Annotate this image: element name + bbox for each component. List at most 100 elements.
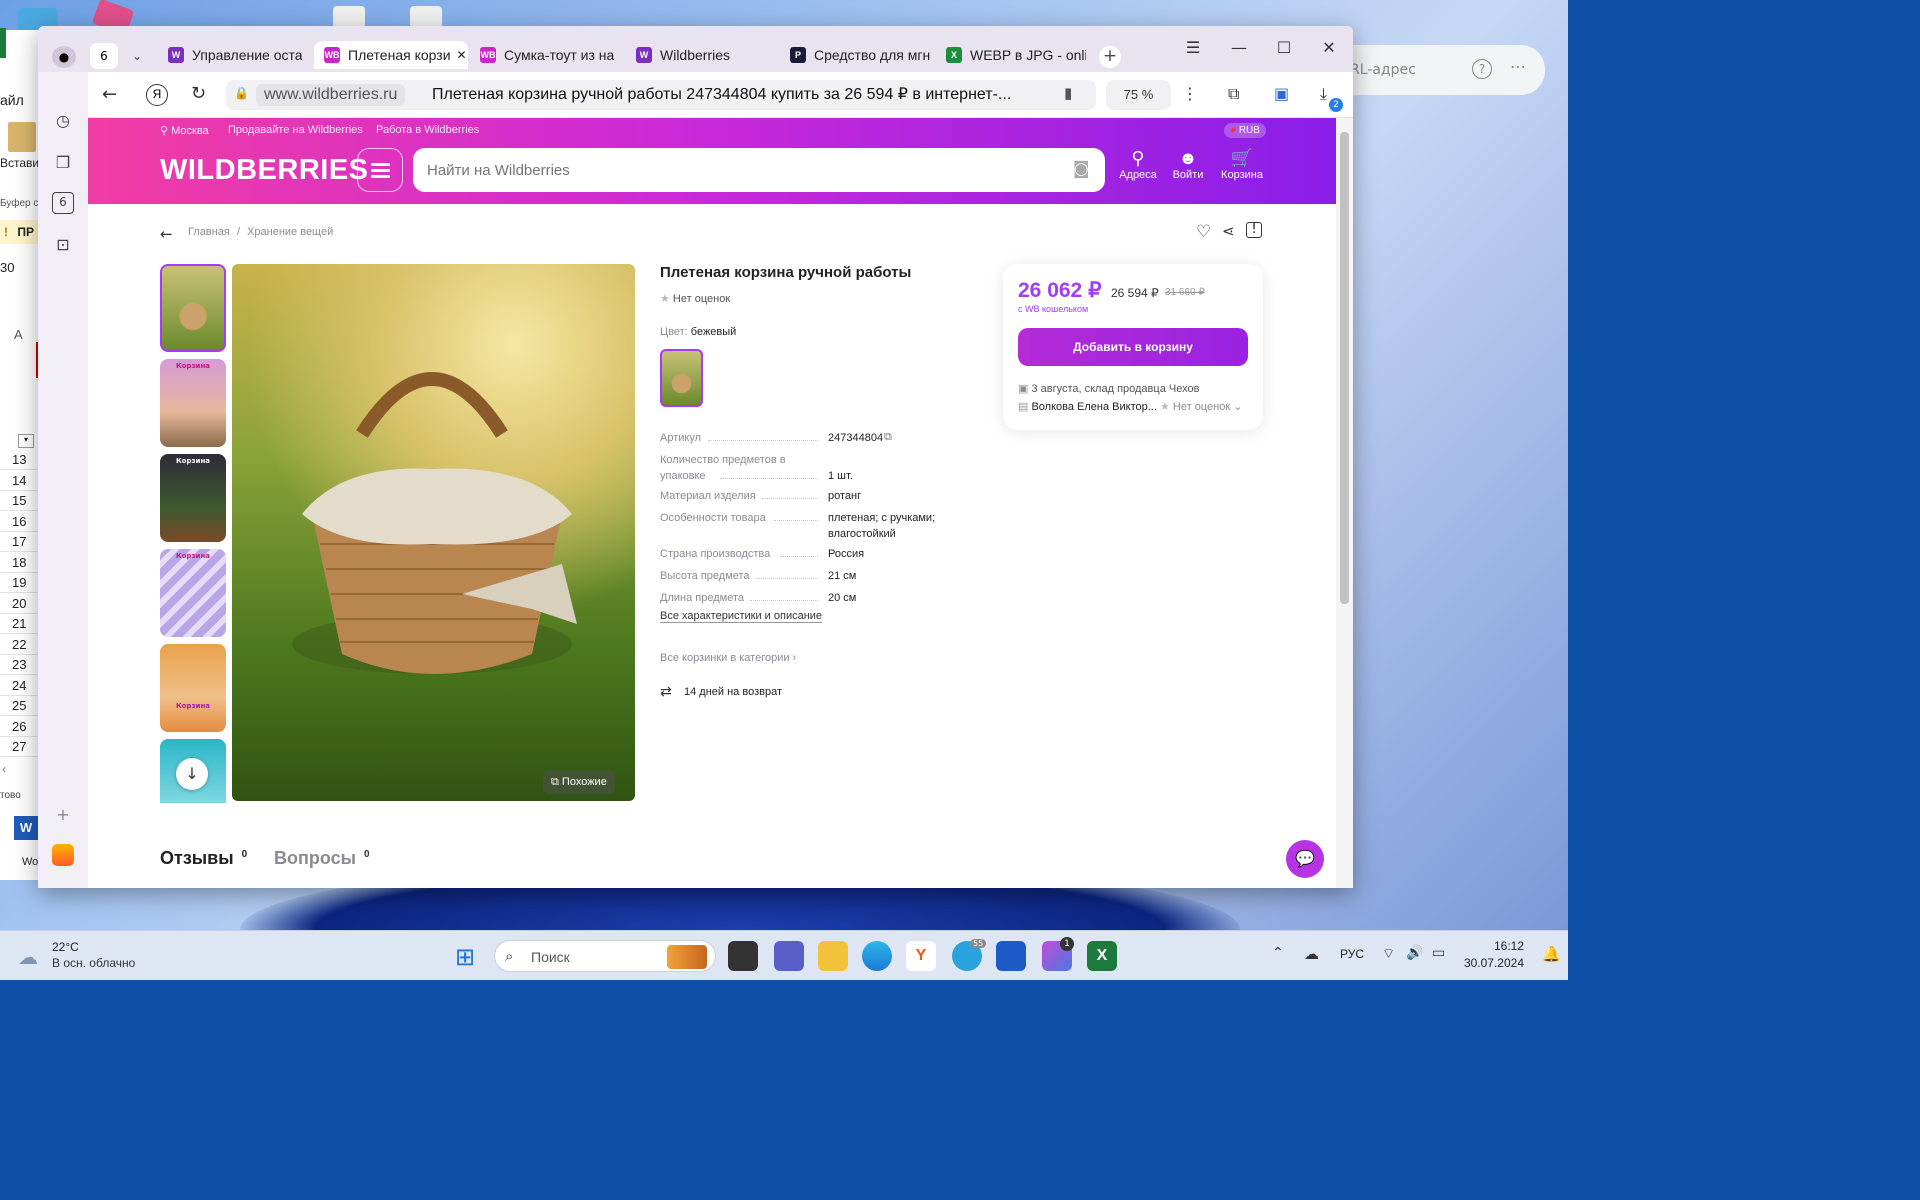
thumbnail-1[interactable] bbox=[160, 264, 226, 352]
extension-icon[interactable]: ▣ bbox=[1274, 84, 1289, 103]
share-icon[interactable]: ⋖ bbox=[1222, 222, 1235, 240]
word-icon[interactable]: W bbox=[14, 816, 38, 840]
close-window-icon[interactable]: ✕ bbox=[1317, 38, 1341, 57]
browser-tab[interactable]: WB Плетеная корзи ✕ bbox=[314, 41, 468, 69]
excel-row-number[interactable]: 15 bbox=[0, 491, 38, 511]
excel-row-number[interactable]: 22 bbox=[0, 635, 38, 655]
explorer-icon[interactable] bbox=[818, 941, 848, 971]
mail-icon[interactable] bbox=[52, 844, 74, 866]
excel-row-number[interactable]: 23 bbox=[0, 655, 38, 675]
zoom-button[interactable]: 75 % bbox=[1106, 80, 1171, 110]
more-icon[interactable]: ⋯ bbox=[1510, 57, 1526, 76]
excel-row-number[interactable]: 21 bbox=[0, 614, 38, 634]
clock-time[interactable]: 16:12 bbox=[1466, 939, 1524, 953]
back-icon[interactable]: ← bbox=[160, 225, 173, 243]
browser-tab[interactable]: P Средство для мгн bbox=[790, 41, 930, 69]
excel-row-number[interactable]: 17 bbox=[0, 532, 38, 552]
profile-icon[interactable]: ● bbox=[52, 46, 76, 68]
downloads-icon[interactable]: ⤓ bbox=[1320, 84, 1327, 104]
weather-desc[interactable]: В осн. облачно bbox=[52, 956, 135, 970]
chat-icon[interactable]: 💬 bbox=[1286, 840, 1324, 878]
color-swatch[interactable] bbox=[660, 349, 703, 407]
favorite-heart-icon[interactable]: ♡ bbox=[1196, 222, 1211, 242]
column-header[interactable]: A bbox=[14, 327, 23, 342]
volume-icon[interactable]: 🔊 bbox=[1406, 945, 1423, 961]
filter-dropdown-icon[interactable]: ▾ bbox=[18, 434, 34, 448]
scroll-thumbs-down-icon[interactable]: ↓ bbox=[176, 758, 208, 790]
tab-questions[interactable]: Вопросы 0 bbox=[274, 848, 370, 869]
thumbnail-4[interactable]: Корзина bbox=[160, 549, 226, 637]
excel-row-number[interactable]: 24 bbox=[0, 676, 38, 696]
browser-tab[interactable]: W Управление остат bbox=[168, 41, 302, 69]
desktop-file-icon[interactable] bbox=[333, 6, 365, 28]
more-vertical-icon[interactable]: ⋮ bbox=[1182, 84, 1198, 103]
more-panel-icon[interactable]: ⋯ bbox=[52, 884, 74, 888]
jobs-link[interactable]: Работа в Wildberries bbox=[376, 124, 479, 136]
edge-icon[interactable] bbox=[862, 941, 892, 971]
tab-reviews[interactable]: Отзывы 0 bbox=[160, 848, 247, 869]
browser-tab[interactable]: X WEBP в JPG - onlin bbox=[946, 41, 1086, 69]
battery-icon[interactable]: ▭ bbox=[1432, 945, 1445, 961]
minimize-icon[interactable]: — bbox=[1227, 38, 1251, 57]
category-link[interactable]: Все корзинки в категории › bbox=[660, 652, 796, 664]
wifi-icon[interactable]: ⌔ bbox=[1382, 945, 1395, 963]
excel-row-number[interactable]: 14 bbox=[0, 471, 38, 491]
camera-icon[interactable]: ◙ bbox=[1073, 159, 1090, 179]
excel-row-number[interactable]: 13 bbox=[0, 450, 38, 470]
store-icon[interactable] bbox=[996, 941, 1026, 971]
thumbnail-3[interactable]: Корзина bbox=[160, 454, 226, 542]
reload-icon[interactable]: ↻ bbox=[191, 83, 206, 104]
wildberries-logo[interactable]: WILDBERRIES bbox=[160, 154, 369, 187]
cart-button[interactable]: 🛒 Корзина bbox=[1217, 148, 1267, 181]
browser-tab[interactable]: W Wildberries bbox=[636, 41, 776, 69]
language-indicator[interactable]: РУС bbox=[1340, 947, 1364, 961]
tab-count-button[interactable]: 6 bbox=[90, 43, 118, 69]
search-input[interactable] bbox=[427, 148, 1047, 192]
url-field[interactable]: 🔒 www.wildberries.ru Плетеная корзина ру… bbox=[226, 80, 1096, 110]
page-scrollbar[interactable] bbox=[1336, 118, 1353, 888]
taskbar-search[interactable]: ⌕ Поиск bbox=[494, 940, 716, 972]
clock-date[interactable]: 30.07.2024 bbox=[1460, 956, 1524, 970]
back-arrow-icon[interactable]: ← bbox=[102, 84, 117, 105]
excel-menu[interactable]: айл bbox=[0, 92, 24, 108]
catalog-menu-button[interactable] bbox=[357, 148, 403, 192]
help-icon[interactable]: ? bbox=[1472, 59, 1492, 79]
wallet-note[interactable]: с WB кошельком bbox=[1018, 304, 1088, 314]
add-panel-icon[interactable]: + bbox=[52, 804, 74, 826]
breadcrumb-home[interactable]: Главная bbox=[188, 226, 230, 238]
notifications-icon[interactable]: 🔔 bbox=[1542, 945, 1561, 963]
page-title[interactable]: Плетеная корзина ручной работы 247344804… bbox=[432, 84, 1032, 106]
yandex-icon[interactable]: Я bbox=[146, 84, 168, 106]
excel-row-number[interactable]: 26 bbox=[0, 717, 38, 737]
browser-tab[interactable]: WB Сумка-тоут из на bbox=[480, 41, 620, 69]
excel-icon[interactable]: X bbox=[1087, 941, 1117, 971]
report-icon[interactable]: ! bbox=[1246, 222, 1262, 238]
excel-row-number[interactable]: 20 bbox=[0, 594, 38, 614]
bookmark-icon[interactable]: ▮ bbox=[1064, 84, 1072, 102]
translate-icon[interactable]: ⧉ bbox=[1228, 84, 1239, 104]
sell-link[interactable]: Продавайте на Wildberries bbox=[228, 124, 363, 136]
yandex-browser-icon[interactable]: Y bbox=[906, 941, 936, 971]
cell-value[interactable]: 30 bbox=[0, 260, 14, 275]
seller-rating[interactable]: ★ Нет оценок ⌄ bbox=[1160, 400, 1242, 413]
screenshot-icon[interactable]: ⊡ bbox=[52, 234, 74, 256]
close-tab-icon[interactable]: ✕ bbox=[457, 48, 467, 62]
tab-list-chevron-icon[interactable]: ⌄ bbox=[124, 43, 150, 69]
desktop-file-icon[interactable] bbox=[410, 6, 442, 28]
addresses-button[interactable]: ⚲ Адреса bbox=[1113, 148, 1163, 181]
scroll-left-icon[interactable]: ‹ bbox=[2, 762, 6, 776]
tabs-count-icon[interactable]: 6 bbox=[52, 192, 74, 214]
weather-icon[interactable]: ☁ bbox=[18, 945, 38, 969]
seller-link[interactable]: ▤ Волкова Елена Виктор... bbox=[1018, 400, 1157, 413]
weather-temp[interactable]: 22°C bbox=[52, 940, 79, 954]
menu-icon[interactable]: ☰ bbox=[1181, 38, 1205, 57]
task-view-icon[interactable] bbox=[728, 941, 758, 971]
add-to-cart-button[interactable]: Добавить в корзину bbox=[1018, 328, 1248, 366]
url-domain[interactable]: www.wildberries.ru bbox=[256, 84, 406, 106]
maximize-icon[interactable]: ☐ bbox=[1272, 38, 1296, 57]
copy-icon[interactable]: ⧉ bbox=[884, 430, 892, 444]
paste-icon[interactable] bbox=[8, 122, 36, 152]
excel-row-number[interactable]: 25 bbox=[0, 696, 38, 716]
thumbnail-5[interactable]: Корзина bbox=[160, 644, 226, 732]
onedrive-icon[interactable]: ☁ bbox=[1304, 945, 1319, 963]
